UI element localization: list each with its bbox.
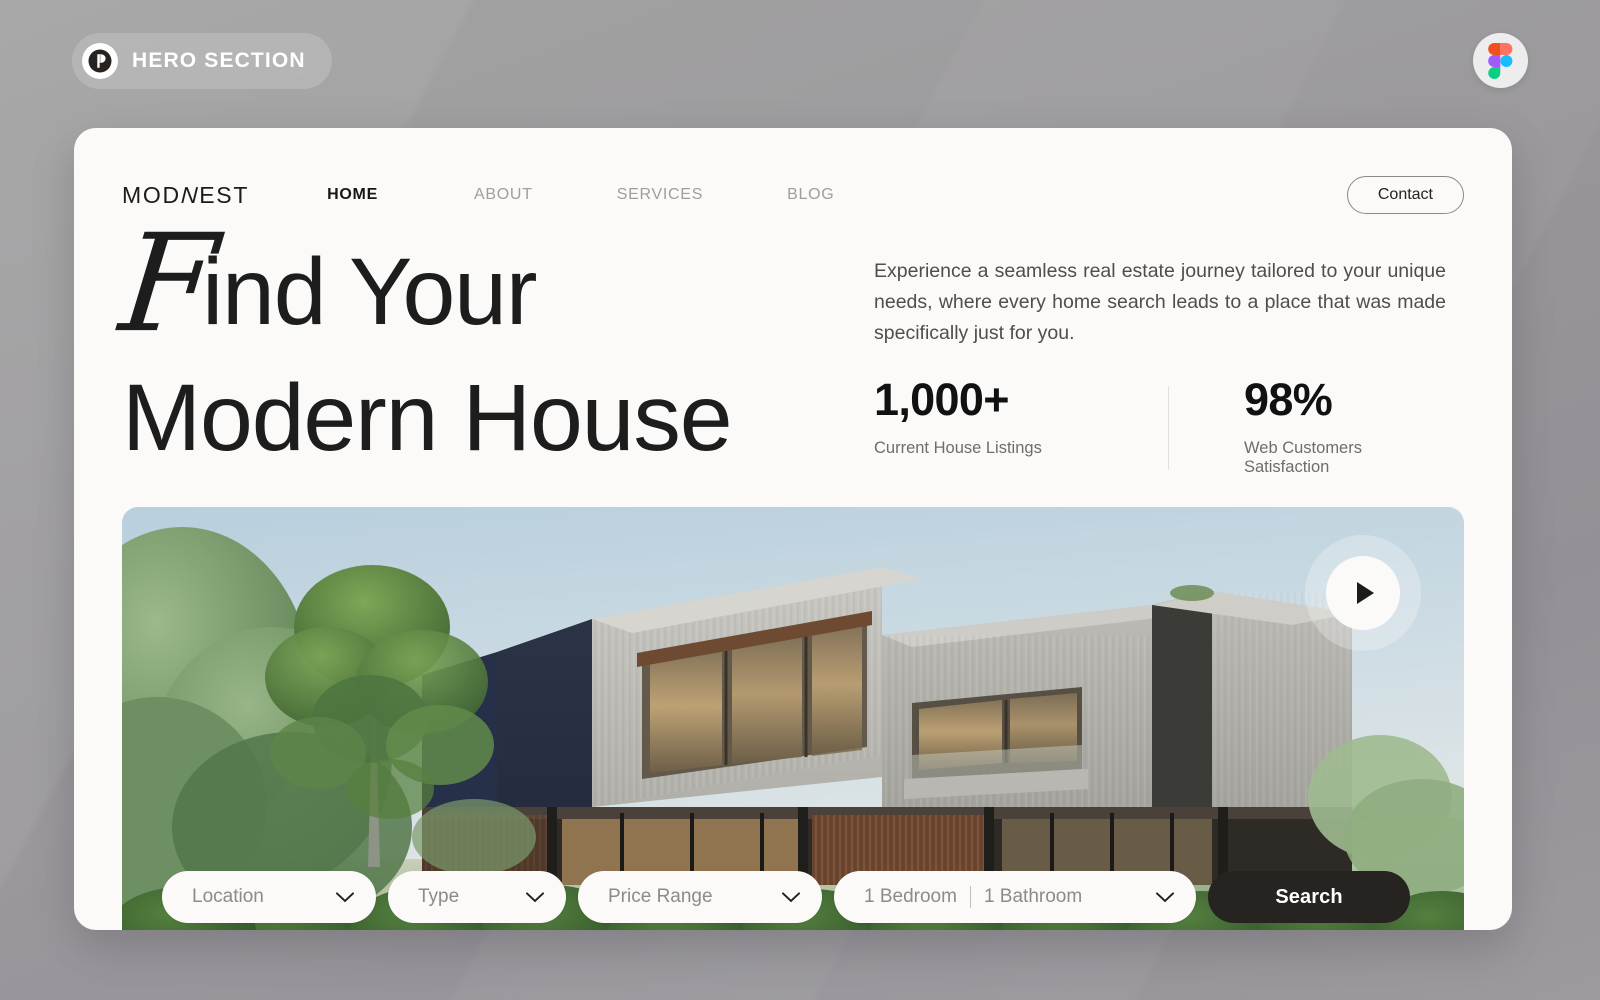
nav-item-about[interactable]: ABOUT (402, 186, 557, 204)
search-button[interactable]: Search (1208, 871, 1410, 923)
brand-logo-part2: EST (199, 181, 250, 208)
contact-button[interactable]: Contact (1346, 176, 1464, 214)
price-range-select-value: Price Range (608, 886, 713, 907)
rooms-separator (969, 886, 971, 908)
page-title: Find Your Modern House (114, 205, 852, 474)
headline-line1: ind Your (202, 239, 537, 345)
chevron-down-icon (1130, 891, 1174, 903)
stat-listings: 1,000+ Current House Listings (874, 376, 1160, 477)
stat-listings-value: 1,000+ (874, 374, 1010, 425)
rooms-select-bedroom: 1 Bedroom (864, 886, 957, 907)
chevron-down-icon (310, 891, 354, 903)
play-video-button[interactable] (1305, 535, 1421, 651)
chevron-down-icon (756, 891, 800, 903)
stat-satisfaction: 98% Web Customers Satisfaction (1160, 376, 1446, 477)
type-select-value: Type (418, 886, 460, 907)
type-select[interactable]: Type (388, 871, 566, 923)
location-select[interactable]: Location (162, 871, 376, 923)
hero-image: Location Type Price Range 1 Bedroom 1 Ba… (122, 507, 1464, 930)
play-button-inner (1326, 556, 1400, 630)
property-search-bar: Location Type Price Range 1 Bedroom 1 Ba… (162, 864, 1427, 930)
price-range-select[interactable]: Price Range (578, 871, 822, 923)
nav-links: HOME ABOUT SERVICES BLOG (327, 186, 858, 204)
chevron-down-icon (500, 891, 544, 903)
rooms-select[interactable]: 1 Bedroom 1 Bathroom (834, 871, 1196, 923)
navbar: MODNEST HOME ABOUT SERVICES BLOG Contact (122, 173, 1464, 217)
hero-section-badge-label: HERO SECTION (132, 49, 306, 72)
play-icon (1357, 582, 1374, 604)
hero-intro-text: Experience a seamless real estate journe… (874, 260, 1446, 344)
stat-satisfaction-label: Web Customers Satisfaction (1244, 439, 1362, 477)
stats-divider (1168, 386, 1169, 470)
rooms-select-bathroom: 1 Bathroom (983, 886, 1083, 907)
location-select-value: Location (192, 886, 264, 907)
nav-item-home[interactable]: HOME (327, 186, 402, 204)
landing-page-card: MODNEST HOME ABOUT SERVICES BLOG Contact… (74, 128, 1512, 930)
nav-item-blog[interactable]: BLOG (727, 186, 858, 204)
nav-item-services[interactable]: SERVICES (557, 186, 727, 204)
hero-stats: 1,000+ Current House Listings 98% Web Cu… (874, 376, 1446, 477)
figma-logo-icon[interactable] (1473, 33, 1528, 88)
headline-line2: Modern House (122, 365, 733, 472)
hero-section-badge: HERO SECTION (72, 33, 332, 89)
stat-listings-label: Current House Listings (874, 439, 1042, 458)
brand-logo-part1: MOD (122, 181, 181, 208)
prototype-circle-icon (82, 43, 118, 79)
stat-satisfaction-value: 98% (1244, 374, 1333, 425)
